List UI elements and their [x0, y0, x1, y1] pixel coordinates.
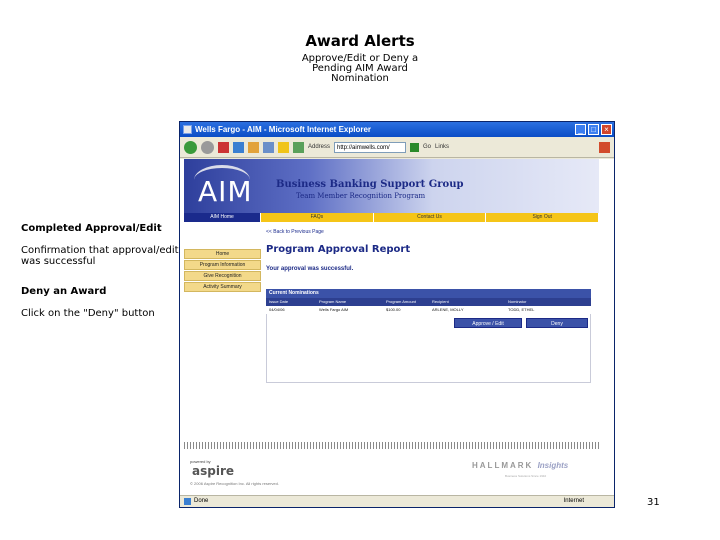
top-nav: AIM Home FAQs Contact Us Sign Out — [184, 213, 600, 222]
title-bar: Wells Fargo - AIM - Microsoft Internet E… — [180, 122, 614, 137]
media-icon[interactable] — [293, 141, 304, 153]
copyright-text: © 2006 Aspire Recognition Inc. All right… — [190, 481, 279, 486]
back-link[interactable]: << Back to Previous Page — [266, 229, 596, 235]
cell-program-name: Wells Fargo AIM — [319, 307, 349, 312]
note-completed: Completed Approval/Edit Confirmation tha… — [21, 223, 181, 267]
side-nav-give-recognition[interactable]: Give Recognition — [184, 271, 261, 281]
toolbar: Address http://aimwells.com/ Go Links — [180, 137, 614, 158]
favorites-icon[interactable] — [278, 141, 289, 153]
close-icon[interactable]: × — [601, 124, 612, 135]
minimize-icon[interactable]: _ — [575, 124, 586, 135]
col-program-amount: Program Amount — [386, 299, 417, 304]
address-bar[interactable]: http://aimwells.com/ — [334, 141, 407, 153]
back-arrow-icon[interactable] — [184, 140, 197, 154]
side-nav-home[interactable]: Home — [184, 249, 261, 259]
main-content: << Back to Previous Page Program Approva… — [266, 229, 596, 272]
col-issue-date: Issue Date — [269, 299, 289, 304]
home-icon[interactable] — [248, 141, 259, 153]
address-label: Address — [308, 144, 331, 150]
maximize-icon[interactable]: □ — [588, 124, 599, 135]
note-deny-heading: Deny an Award — [21, 286, 107, 297]
insights-wordmark: Insights — [537, 461, 569, 470]
go-button[interactable]: Go — [423, 144, 431, 150]
table-heading: Current Nominations — [266, 289, 591, 298]
table-row: 04/04/06 Wells Fargo AIM $100.00 ARLENE,… — [266, 306, 591, 314]
side-nav: Home Program Information Give Recognitio… — [184, 249, 261, 293]
side-nav-activity-summary[interactable]: Activity Summary — [184, 282, 261, 292]
col-nominator: Nominator — [508, 299, 527, 304]
page-number: 31 — [647, 497, 660, 508]
forward-arrow-icon[interactable] — [201, 140, 214, 154]
browser-window: Wells Fargo - AIM - Microsoft Internet E… — [179, 121, 615, 508]
page-viewport: AIM Business Banking Support Group Team … — [180, 159, 614, 497]
page-icon — [184, 498, 191, 505]
nav-faqs[interactable]: FAQs — [261, 213, 374, 222]
aim-logo: AIM — [198, 175, 253, 208]
refresh-icon[interactable] — [233, 141, 244, 153]
slide-title: Award Alerts — [305, 32, 415, 50]
note-deny-body: Click on the "Deny" button — [21, 308, 155, 319]
table-header-row: Issue Date Program Name Program Amount R… — [266, 298, 591, 306]
nav-contact-us[interactable]: Contact Us — [373, 213, 487, 222]
hallmark-tagline: Business Solutions Since 1910 — [505, 474, 547, 478]
site-header: Business Banking Support Group — [276, 179, 464, 190]
side-nav-program-information[interactable]: Program Information — [184, 260, 261, 270]
deny-button[interactable]: Deny — [526, 318, 588, 328]
hallmark-logo: HALLMARK Insights — [472, 461, 568, 470]
links-button[interactable]: Links — [435, 144, 449, 150]
action-buttons: Approve / Edit Deny — [266, 318, 591, 328]
report-title: Program Approval Report — [266, 244, 411, 255]
nominations-table: Current Nominations Issue Date Program N… — [266, 289, 591, 328]
zone-text: Internet — [563, 498, 584, 504]
note-completed-body: Confirmation that approval/edit was succ… — [21, 245, 179, 267]
windows-flag-icon — [599, 141, 610, 153]
col-program-name: Program Name — [319, 299, 347, 304]
ie-icon — [183, 125, 192, 134]
go-icon[interactable] — [410, 142, 420, 152]
status-bar: Done Internet — [180, 495, 614, 507]
col-recipient: Recipient — [432, 299, 449, 304]
cell-recipient: ARLENE, MOLLY — [432, 307, 464, 312]
aspire-logo: aspire — [192, 464, 234, 478]
approve-edit-button[interactable]: Approve / Edit — [454, 318, 522, 328]
slide-subtitle: Approve/Edit or Deny a Pending AIM Award… — [301, 53, 419, 84]
nav-sign-out[interactable]: Sign Out — [486, 213, 600, 222]
site-banner: AIM Business Banking Support Group Team … — [184, 159, 599, 213]
cell-issue-date: 04/04/06 — [269, 307, 285, 312]
cell-nominator: TODD, ETHEL — [508, 307, 535, 312]
stop-icon[interactable] — [218, 141, 229, 153]
cell-program-amount: $100.00 — [386, 307, 401, 312]
window-title: Wells Fargo - AIM - Microsoft Internet E… — [195, 125, 372, 134]
success-message: Your approval was successful. — [266, 266, 354, 272]
nav-aim-home[interactable]: AIM Home — [184, 213, 261, 222]
search-icon[interactable] — [263, 141, 274, 153]
footer-divider — [184, 442, 599, 449]
note-completed-heading: Completed Approval/Edit — [21, 223, 162, 234]
hallmark-wordmark: HALLMARK — [472, 461, 534, 470]
status-text: Done — [194, 498, 209, 504]
note-deny: Deny an Award Click on the "Deny" button — [21, 286, 181, 319]
site-subheader: Team Member Recognition Program — [296, 192, 426, 200]
